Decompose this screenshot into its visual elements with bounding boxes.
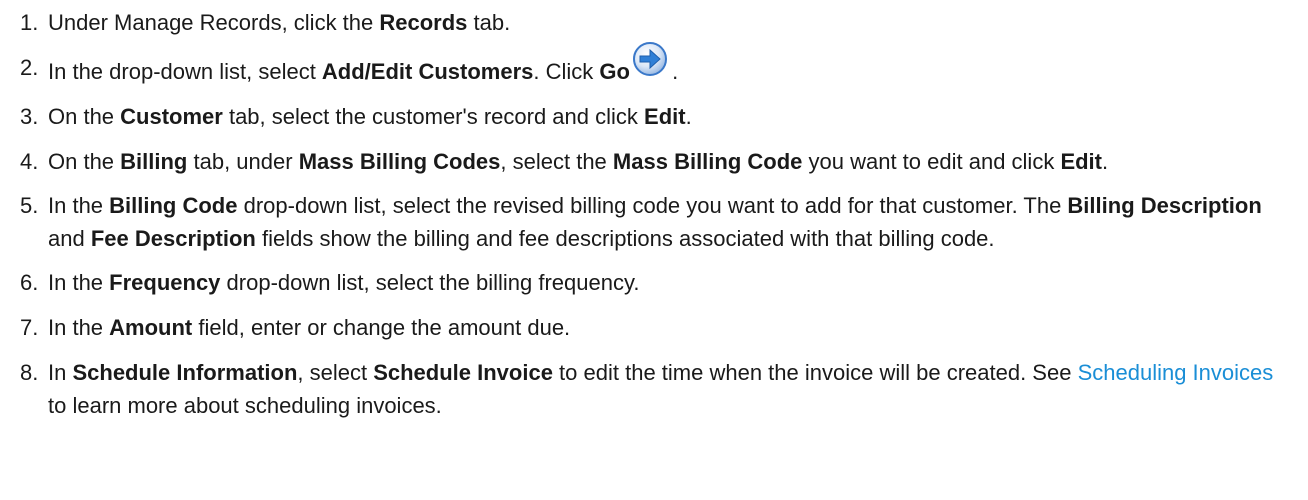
schedule-information-label: Schedule Information: [72, 360, 298, 385]
frequency-label: Frequency: [109, 270, 221, 295]
customer-tab-label: Customer: [120, 104, 223, 129]
edit-label: Edit: [644, 104, 686, 129]
schedule-invoice-label: Schedule Invoice: [373, 360, 553, 385]
fee-description-label: Fee Description: [90, 226, 256, 251]
step-3: 3. On the Customer tab, select the custo…: [0, 100, 1308, 133]
step-8: 8. In Schedule Information, select Sched…: [0, 356, 1308, 422]
step-number: 4.: [20, 149, 39, 174]
billing-tab-label: Billing: [120, 149, 188, 174]
add-edit-customers-label: Add/Edit Customers: [321, 59, 534, 84]
step-5: 5. In the Billing Code drop-down list, s…: [0, 189, 1308, 255]
step-number: 1.: [20, 10, 39, 35]
step-number: 2.: [20, 55, 39, 80]
instruction-steps: 1. Under Manage Records, click the Recor…: [0, 0, 1308, 422]
step-number: 7.: [20, 315, 39, 340]
amount-label: Amount: [109, 315, 193, 340]
step-number: 8.: [20, 360, 39, 385]
step-1: 1. Under Manage Records, click the Recor…: [0, 6, 1308, 39]
mass-billing-codes-label: Mass Billing Codes: [298, 149, 501, 174]
records-tab-label: Records: [379, 10, 468, 35]
step-number: 3.: [20, 104, 39, 129]
step-4: 4. On the Billing tab, under Mass Billin…: [0, 145, 1308, 178]
edit-label: Edit: [1060, 149, 1102, 174]
step-2: 2. In the drop-down list, select Add/Edi…: [0, 42, 1308, 88]
billing-code-label: Billing Code: [109, 193, 238, 218]
go-label: Go: [599, 59, 630, 84]
scheduling-invoices-link[interactable]: Scheduling Invoices: [1078, 360, 1274, 385]
billing-description-label: Billing Description: [1067, 193, 1262, 218]
mass-billing-code-label: Mass Billing Code: [612, 149, 803, 174]
go-arrow-icon: [632, 42, 667, 83]
step-number: 6.: [20, 270, 39, 295]
step-7: 7. In the Amount field, enter or change …: [0, 311, 1308, 344]
step-number: 5.: [20, 193, 39, 218]
step-6: 6. In the Frequency drop-down list, sele…: [0, 266, 1308, 299]
